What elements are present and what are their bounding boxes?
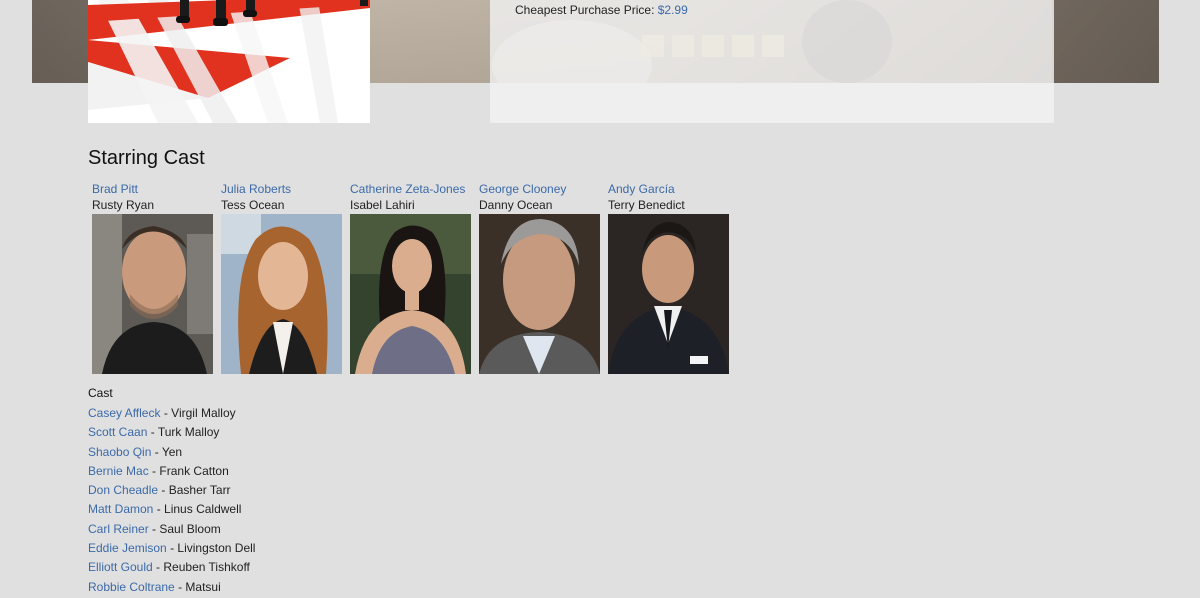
list-item: Shaobo Qin - Yen [88,443,255,462]
character-name: Tess Ocean [221,198,285,212]
character-name: Isabel Lahiri [350,198,415,212]
actor-link[interactable]: Robbie Coltrane [88,580,175,594]
list-item: Carl Reiner - Saul Bloom [88,520,255,539]
cast-heading: Cast [88,386,113,400]
cheapest-price-label: Cheapest Purchase Price: [515,3,655,17]
separator: - [178,579,183,594]
character-name: Linus Caldwell [164,502,242,517]
poster-artwork [88,0,370,123]
actor-link[interactable]: Bernie Mac [88,464,149,478]
actor-link[interactable]: Shaobo Qin [88,445,151,459]
starring-cast-card: Julia Roberts Tess Ocean [217,182,346,374]
character-name: Rusty Ryan [92,198,155,212]
movie-info-panel: Cheapest Purchase Price: $2.99 [490,0,1054,123]
character-name: Danny Ocean [479,198,553,212]
separator: - [156,560,161,575]
actor-link[interactable]: Catherine Zeta-Jones [350,182,475,198]
character-name: Yen [161,444,183,459]
starring-cast-card: George Clooney Danny Ocean [475,182,604,374]
separator: - [152,463,157,478]
character-name: Frank Catton [159,463,229,478]
actor-link[interactable]: Elliott Gould [88,560,153,574]
actor-link[interactable]: George Clooney [479,182,604,198]
list-item: Casey Affleck - Virgil Malloy [88,404,255,423]
starring-cast-card: Andy García Terry Benedict [604,182,733,374]
starring-cast-list: Brad Pitt Rusty Ryan Julia Roberts Tess … [88,182,733,374]
starring-cast-card: Catherine Zeta-Jones Isabel Lahiri [346,182,475,374]
separator: - [163,406,168,420]
character-name: Matsui [185,579,221,594]
list-item: Scott Caan - Turk Malloy [88,423,255,442]
separator: - [161,483,166,498]
cheapest-price-link[interactable]: $2.99 [658,3,688,17]
actor-photo[interactable] [350,214,471,374]
actor-link[interactable]: Julia Roberts [221,182,346,198]
starring-cast-card: Brad Pitt Rusty Ryan [88,182,217,374]
character-name: Reuben Tishkoff [163,560,250,575]
actor-link[interactable]: Brad Pitt [92,182,217,198]
character-name: Terry Benedict [608,198,685,212]
actor-photo[interactable] [479,214,600,374]
list-item: Robbie Coltrane - Matsui [88,578,255,597]
movie-poster [88,0,370,123]
actor-photo[interactable] [608,214,729,374]
actor-link[interactable]: Casey Affleck [88,406,160,420]
separator: - [170,541,175,556]
list-item: Eddie Jemison - Livingston Dell [88,539,255,558]
actor-link[interactable]: Carl Reiner [88,522,149,536]
separator: - [152,521,157,536]
cast-list: Casey Affleck - Virgil Malloy Scott Caan… [88,404,255,597]
separator: - [154,444,159,459]
character-name: Virgil Malloy [171,406,236,420]
list-item: Don Cheadle - Basher Tarr [88,481,255,500]
starring-cast-title: Starring Cast [88,147,205,169]
list-item: Bernie Mac - Frank Catton [88,462,255,481]
cheapest-price: Cheapest Purchase Price: $2.99 [515,3,688,17]
list-item: Matt Damon - Linus Caldwell [88,500,255,519]
actor-photo[interactable] [92,214,213,374]
actor-link[interactable]: Matt Damon [88,502,153,516]
actor-link[interactable]: Eddie Jemison [88,541,167,555]
list-item: Elliott Gould - Reuben Tishkoff [88,558,255,577]
actor-link[interactable]: Scott Caan [88,425,147,439]
character-name: Saul Bloom [159,521,221,536]
actor-photo[interactable] [221,214,342,374]
separator: - [156,502,161,517]
character-name: Turk Malloy [157,425,220,440]
actor-link[interactable]: Andy García [608,182,733,198]
actor-link[interactable]: Don Cheadle [88,483,158,497]
character-name: Livingston Dell [177,541,256,556]
character-name: Basher Tarr [168,483,231,498]
separator: - [150,425,155,440]
